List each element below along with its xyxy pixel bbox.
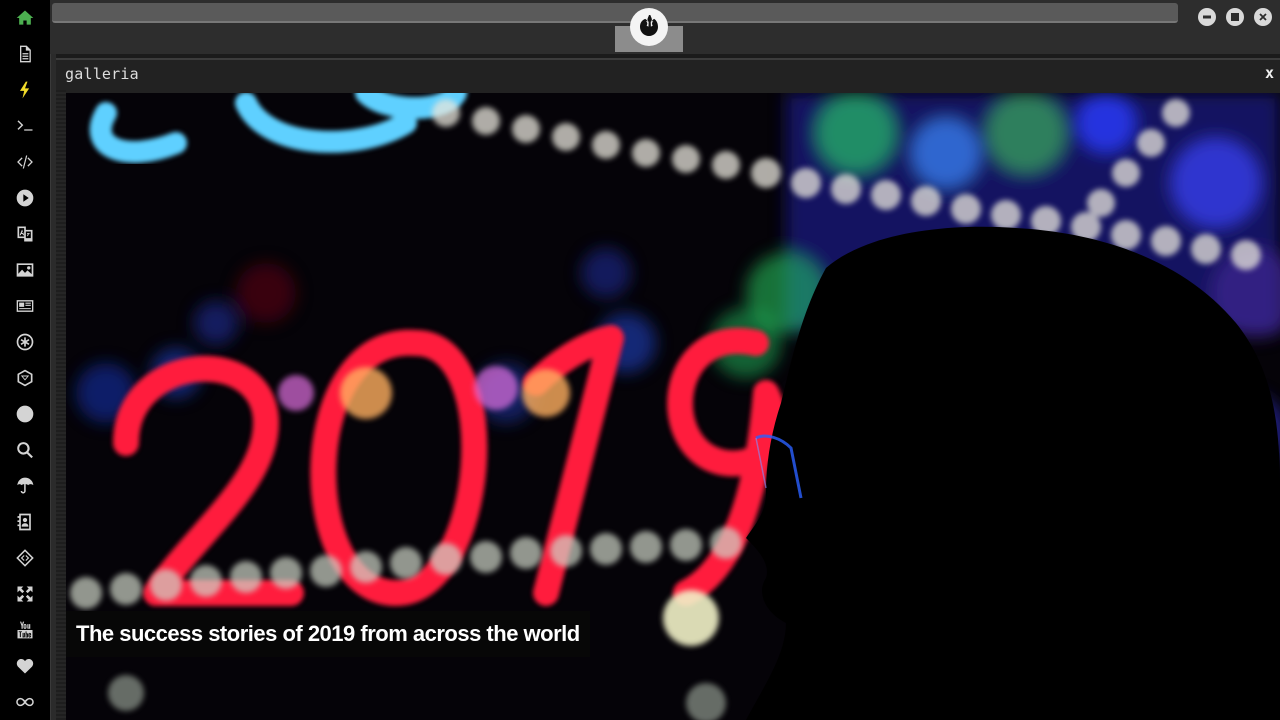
- minimize-icon: [1203, 15, 1211, 19]
- top-bar: [50, 0, 1280, 54]
- youtube-icon[interactable]: [13, 618, 37, 642]
- infinity-icon[interactable]: [13, 690, 37, 714]
- terminal-icon[interactable]: [13, 114, 37, 138]
- gallery-caption: The success stories of 2019 from across …: [76, 621, 580, 646]
- lightning-icon[interactable]: [13, 78, 37, 102]
- sidebar: [0, 0, 50, 720]
- heart-icon[interactable]: [13, 654, 37, 678]
- document-icon[interactable]: [13, 42, 37, 66]
- address-bar[interactable]: [52, 3, 1178, 23]
- rebel-alliance-logo-icon[interactable]: [630, 8, 668, 46]
- diamond-code-icon[interactable]: [13, 546, 37, 570]
- translate-icon[interactable]: [13, 222, 37, 246]
- umbrella-icon[interactable]: [13, 474, 37, 498]
- gallery-slide[interactable]: The success stories of 2019 from across …: [66, 93, 1280, 720]
- close-window-button[interactable]: [1254, 8, 1272, 26]
- asterisk-icon[interactable]: [13, 330, 37, 354]
- expand-icon[interactable]: [13, 582, 37, 606]
- code-icon[interactable]: [13, 150, 37, 174]
- hexagon-icon[interactable]: [13, 366, 37, 390]
- panel-title: galleria: [65, 65, 139, 83]
- image-icon[interactable]: [13, 258, 37, 282]
- newspaper-icon[interactable]: [13, 294, 37, 318]
- panel-scroll-track: [56, 90, 66, 720]
- search-icon[interactable]: [13, 438, 37, 462]
- close-icon: [1259, 13, 1267, 21]
- galleria-panel: galleria x The success stories of 2019 f…: [56, 58, 1280, 720]
- minimize-button[interactable]: [1198, 8, 1216, 26]
- home-icon[interactable]: [13, 6, 37, 30]
- contacts-icon[interactable]: [13, 510, 37, 534]
- caption-box: The success stories of 2019 from across …: [66, 611, 590, 657]
- maximize-button[interactable]: [1226, 8, 1244, 26]
- panel-close-button[interactable]: x: [1265, 64, 1274, 82]
- globe-icon[interactable]: [13, 402, 37, 426]
- maximize-icon: [1231, 13, 1239, 21]
- play-icon[interactable]: [13, 186, 37, 210]
